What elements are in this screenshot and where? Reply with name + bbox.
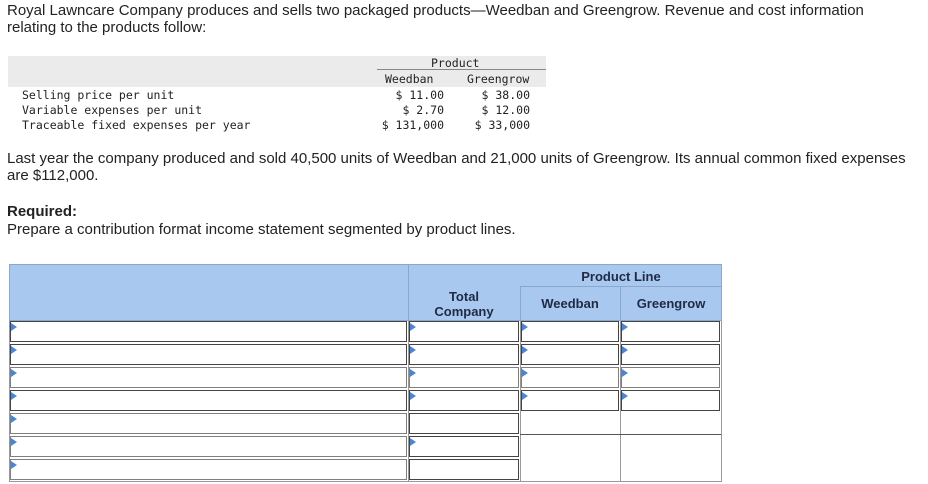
info-cell-weedban: $ 2.70 (402, 103, 444, 117)
last-year-info: Last year the company produced and sold … (7, 150, 906, 184)
product-info-table: Product Weedban Greengrow Selling price … (8, 56, 546, 134)
greengrow-header: Greengrow (636, 296, 706, 311)
greengrow-input[interactable] (621, 367, 720, 388)
total-company-input[interactable] (409, 436, 519, 457)
dropdown-arrow-icon (11, 415, 17, 423)
dropdown-arrow-icon (622, 323, 628, 331)
dropdown-arrow-icon (522, 323, 528, 331)
line-item-select[interactable] (10, 390, 407, 411)
info-cell-greengrow: $ 38.00 (481, 88, 530, 102)
dropdown-arrow-icon (622, 392, 628, 400)
line-item-select[interactable] (10, 413, 407, 434)
weedban-input[interactable] (521, 367, 619, 388)
income-statement-table: Product Line Total Company Weedban Green… (9, 264, 722, 482)
info-cell-weedban: $ 131,000 (381, 118, 444, 132)
info-cell-greengrow: $ 33,000 (474, 118, 530, 132)
total-company-header: Total Company (434, 289, 494, 319)
info-cell-weedban: $ 11.00 (395, 88, 444, 102)
dropdown-arrow-icon (622, 346, 628, 354)
dropdown-arrow-icon (410, 346, 416, 354)
dropdown-arrow-icon (522, 392, 528, 400)
line-item-select[interactable] (10, 344, 407, 365)
info-cell-greengrow: $ 12.00 (481, 103, 530, 117)
total-company-input[interactable] (409, 367, 519, 388)
dropdown-arrow-icon (11, 392, 17, 400)
greengrow-input[interactable] (621, 321, 720, 342)
total-company-input[interactable] (409, 459, 519, 480)
problem-intro: Royal Lawncare Company produces and sell… (7, 2, 864, 36)
label-column-header (9, 264, 409, 321)
dropdown-arrow-icon (522, 369, 528, 377)
dropdown-arrow-icon (11, 438, 17, 446)
dropdown-arrow-icon (622, 369, 628, 377)
info-row-label: Traceable fixed expenses per year (22, 118, 251, 132)
total-company-input[interactable] (409, 321, 519, 342)
dropdown-arrow-icon (410, 323, 416, 331)
greengrow-input[interactable] (621, 390, 720, 411)
dropdown-arrow-icon (11, 323, 17, 331)
row-rule (520, 434, 721, 435)
dropdown-arrow-icon (410, 438, 416, 446)
product-line-header: Product Line (581, 269, 661, 284)
line-item-select[interactable] (10, 436, 407, 457)
required-heading: Required: (7, 203, 78, 220)
line-item-select[interactable] (10, 321, 407, 342)
line-item-select[interactable] (10, 459, 407, 480)
dropdown-arrow-icon (11, 461, 17, 469)
info-col-weedban: Weedban (385, 72, 434, 86)
weedban-input[interactable] (521, 321, 619, 342)
dropdown-arrow-icon (11, 346, 17, 354)
weedban-input[interactable] (521, 390, 619, 411)
info-row-label: Selling price per unit (22, 88, 175, 102)
total-company-input[interactable] (409, 344, 519, 365)
required-text: Prepare a contribution format income sta… (7, 221, 516, 238)
info-product-rule (377, 69, 546, 70)
total-company-input[interactable] (409, 390, 519, 411)
info-row-label: Variable expenses per unit (22, 103, 203, 117)
greengrow-input[interactable] (621, 344, 720, 365)
info-product-header: Product (431, 56, 480, 70)
total-company-input[interactable] (409, 413, 519, 434)
dropdown-arrow-icon (410, 392, 416, 400)
table-border (721, 321, 722, 482)
dropdown-arrow-icon (522, 346, 528, 354)
info-col-greengrow: Greengrow (467, 72, 530, 86)
weedban-input[interactable] (521, 344, 619, 365)
line-item-select[interactable] (10, 367, 407, 388)
weedban-header: Weedban (541, 296, 599, 311)
table-border (9, 481, 722, 482)
dropdown-arrow-icon (11, 369, 17, 377)
dropdown-arrow-icon (410, 369, 416, 377)
product-line-rule (520, 286, 722, 287)
